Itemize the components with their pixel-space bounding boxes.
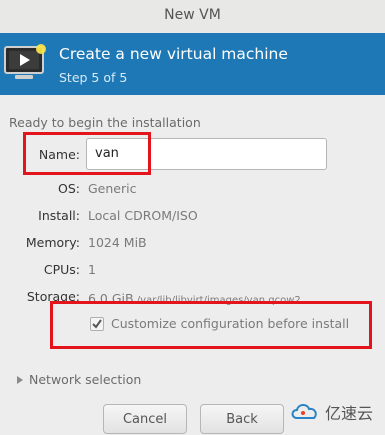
back-button[interactable]: Back [200, 404, 284, 434]
banner-step: Step 5 of 5 [59, 70, 128, 85]
install-value: Local CDROM/ISO [88, 208, 198, 223]
os-value: Generic [88, 181, 137, 196]
cancel-button[interactable]: Cancel [103, 404, 187, 434]
storage-size: 6.0 GiB [88, 291, 134, 306]
monitor-play-icon [4, 44, 46, 79]
storage-path: /var/lib/libvirt/images/van.qcow2 [136, 295, 301, 306]
name-input[interactable]: van [86, 138, 327, 170]
intro-text: Ready to begin the installation [9, 115, 201, 130]
wizard-banner: Create a new virtual machine Step 5 of 5 [0, 33, 385, 95]
name-label: Name: [38, 147, 80, 162]
memory-value: 1024 MiB [88, 235, 147, 250]
storage-label: Storage: [26, 289, 80, 304]
checkmark-icon [92, 319, 102, 329]
storage-value: 6.0 GiB /var/lib/libvirt/images/van.qcow… [88, 291, 301, 306]
cpus-label: CPUs: [43, 262, 80, 277]
customize-checkbox[interactable] [90, 317, 104, 331]
os-label: OS: [58, 181, 80, 196]
watermark-text: 亿速云 [325, 404, 374, 423]
expander-arrow-icon [17, 376, 23, 384]
memory-label: Memory: [25, 235, 80, 250]
window-titlebar: New VM [0, 0, 385, 34]
network-selection-label[interactable]: Network selection [29, 372, 141, 387]
banner-title: Create a new virtual machine [59, 45, 288, 63]
window-title: New VM [164, 7, 221, 23]
install-label: Install: [38, 208, 80, 223]
customize-label[interactable]: Customize configuration before install [111, 316, 349, 331]
cloud-logo-icon [291, 404, 317, 419]
cpus-value: 1 [88, 262, 96, 277]
